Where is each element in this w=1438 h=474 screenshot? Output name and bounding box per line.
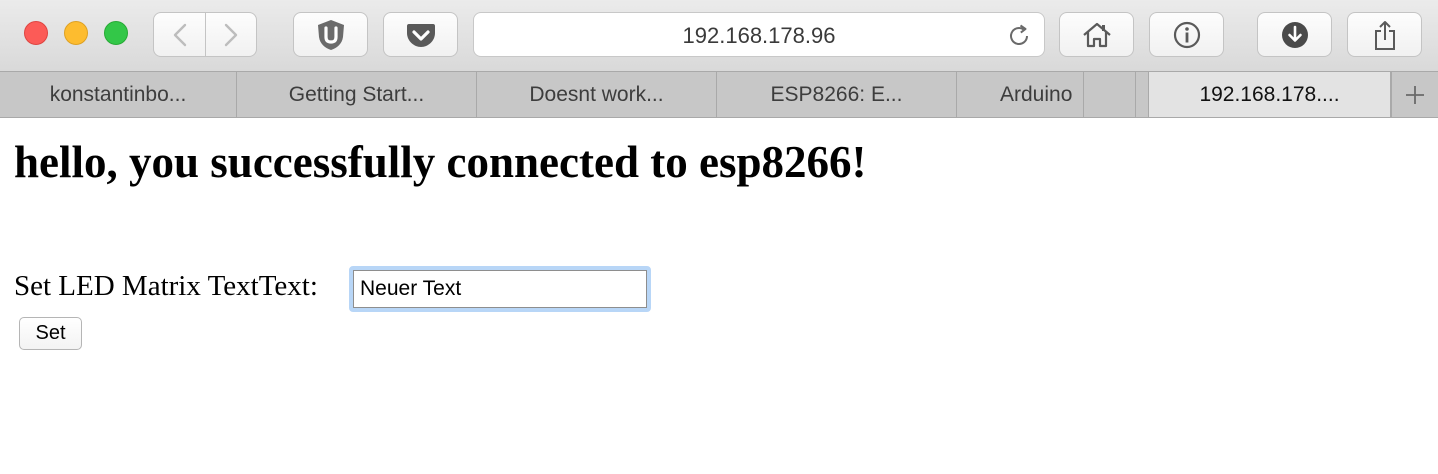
- tab-label: konstantinbo...: [49, 83, 187, 106]
- tab-label: Arduino: [1000, 83, 1073, 106]
- tab-active-local[interactable]: 192.168.178....: [1149, 72, 1391, 117]
- plus-icon: [1406, 85, 1424, 104]
- led-text-label: Set LED Matrix TextText:: [14, 270, 318, 302]
- tab-label: ESP8266: E...: [770, 83, 903, 106]
- new-tab-button[interactable]: [1391, 72, 1438, 117]
- tab-separator: [1084, 72, 1136, 117]
- info-button[interactable]: [1149, 12, 1224, 57]
- tab-label: Getting Start...: [288, 83, 425, 106]
- home-icon: [1082, 22, 1111, 47]
- maximize-window-button[interactable]: [104, 21, 128, 45]
- reload-icon[interactable]: [1006, 23, 1032, 49]
- ublock-extension-button[interactable]: [293, 12, 368, 57]
- downloads-button[interactable]: [1257, 12, 1332, 57]
- tab-konstantinbo[interactable]: konstantinbo...: [0, 72, 237, 117]
- page-content: hello, you successfully connected to esp…: [0, 118, 1438, 474]
- url-text[interactable]: 192.168.178.96: [474, 13, 1044, 58]
- tab-bar: konstantinbo... Getting Start... Doesnt …: [0, 71, 1438, 118]
- tab-esp8266[interactable]: ESP8266: E...: [717, 72, 957, 117]
- tab-getting-started[interactable]: Getting Start...: [237, 72, 477, 117]
- tab-separator: [1136, 72, 1149, 117]
- minimize-window-button[interactable]: [64, 21, 88, 45]
- back-button[interactable]: [154, 13, 205, 56]
- forward-icon: [224, 23, 238, 46]
- pocket-extension-button[interactable]: [383, 12, 458, 57]
- download-icon: [1281, 21, 1308, 48]
- led-text-input-wrapper: [349, 266, 651, 312]
- navigation-buttons: [153, 12, 257, 57]
- ublock-icon: [317, 19, 344, 50]
- tab-arduino[interactable]: Arduino: [957, 72, 1084, 117]
- set-button[interactable]: Set: [19, 317, 82, 350]
- share-icon: [1374, 20, 1395, 50]
- address-bar[interactable]: 192.168.178.96: [473, 12, 1045, 57]
- tab-doesnt-work[interactable]: Doesnt work...: [477, 72, 717, 117]
- tab-label: 192.168.178....: [1199, 83, 1340, 106]
- forward-button[interactable]: [205, 13, 256, 56]
- info-icon: [1173, 21, 1200, 48]
- page-heading: hello, you successfully connected to esp…: [14, 137, 867, 187]
- pocket-icon: [406, 23, 435, 47]
- close-window-button[interactable]: [24, 21, 48, 45]
- share-button[interactable]: [1347, 12, 1422, 57]
- tab-label: Doesnt work...: [529, 83, 664, 106]
- browser-toolbar: 192.168.178.96: [0, 0, 1438, 71]
- home-button[interactable]: [1059, 12, 1134, 57]
- led-text-input[interactable]: [353, 270, 647, 308]
- back-icon: [173, 23, 186, 46]
